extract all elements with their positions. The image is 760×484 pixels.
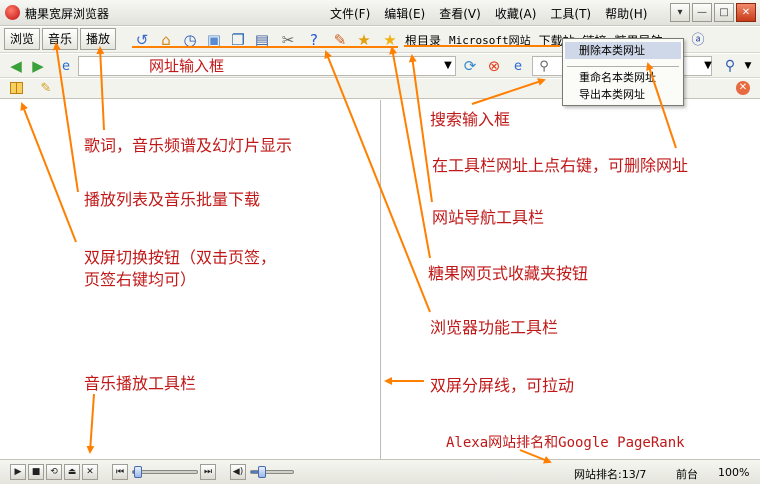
star-add-icon[interactable]: ★ — [354, 30, 374, 50]
annotation-dual-toggle-1: 双屏切换按钮（双击页签， — [84, 248, 277, 267]
search-options-icon[interactable]: ▼ — [738, 56, 758, 76]
stop-icon[interactable]: ⊗ — [484, 56, 504, 76]
favorites-star-icon[interactable]: ★ — [380, 30, 400, 50]
monitor-icon[interactable]: ▤ — [252, 30, 272, 50]
minimize-button[interactable]: — — [692, 3, 712, 22]
next-button[interactable]: ⏭ — [200, 464, 216, 480]
stop-button[interactable]: ■ — [28, 464, 44, 480]
annotation-nav-toolbar: 网站导航工具栏 — [432, 208, 545, 227]
menu-bar: 文件(F) 编辑(E) 查看(V) 收藏(A) 工具(T) 帮助(H) — [330, 5, 647, 22]
annotation-playlist: 播放列表及音乐批量下载 — [84, 190, 261, 209]
new-note-icon[interactable]: ✎ — [38, 79, 54, 97]
volume-thumb[interactable] — [258, 466, 266, 478]
progress-thumb[interactable] — [134, 466, 142, 478]
ctx-delete-bookmarks[interactable]: 删除本类网址 — [565, 42, 681, 59]
ctx-export-bookmarks[interactable]: 导出本类网址 — [565, 86, 681, 103]
annotation-alexa: Alexa网站排名和Google PageRank — [446, 435, 685, 451]
bookmark-context-menu: 删除本类网址 重命名本类网址 导出本类网址 — [562, 38, 684, 106]
volume-fill — [251, 471, 258, 473]
play-button[interactable]: ▶ — [10, 464, 26, 480]
tab-play[interactable]: 播放 — [80, 28, 117, 50]
x-icon: ✕ — [86, 467, 94, 477]
play-icon: ▶ — [14, 467, 22, 477]
repeat-icon: ⟲ — [50, 467, 58, 477]
ctx-rename-bookmarks[interactable]: 重命名本类网址 — [565, 69, 681, 86]
refresh-icon[interactable]: ↺ — [132, 30, 152, 50]
menu-view[interactable]: 查看(V) — [439, 5, 481, 22]
window-icon[interactable]: ❐ — [228, 30, 248, 50]
site-rank-text: 网站排名:13/7 — [574, 468, 647, 481]
progress-slider[interactable] — [132, 466, 198, 478]
ie-page-icon: e — [62, 58, 70, 74]
annotation-lyrics: 歌词，音乐频谱及幻灯片显示 — [84, 136, 293, 155]
tab-music[interactable]: 音乐 — [42, 28, 79, 50]
arrow-music-toolbar — [86, 393, 95, 454]
search-go-icon[interactable]: ⚲ — [720, 56, 740, 76]
collapse-button[interactable]: ▾ — [670, 3, 690, 22]
annotation-browser-toolbar: 浏览器功能工具栏 — [430, 318, 559, 337]
help-icon[interactable]: ? — [304, 30, 324, 50]
dual-screen-icon — [9, 82, 23, 94]
menu-favorites[interactable]: 收藏(A) — [495, 5, 537, 22]
speaker-icon: ◀) — [232, 467, 244, 477]
pencil-icon[interactable]: ✎ — [330, 30, 350, 50]
previous-icon: ⏮ — [115, 467, 125, 477]
close-circle-icon: ✕ — [736, 81, 750, 95]
history-clock-icon[interactable]: ◷ — [180, 30, 200, 50]
title-bar: 糖果宽屏浏览器 文件(F) 编辑(E) 查看(V) 收藏(A) 工具(T) 帮助… — [0, 0, 760, 26]
site-logo-icon[interactable]: ⓐ — [688, 30, 708, 50]
previous-button[interactable]: ⏮ — [112, 464, 128, 480]
forward-arrow-icon[interactable]: ▶ — [28, 56, 48, 76]
bookmark-root[interactable]: 根目录 — [405, 32, 441, 49]
eject-button[interactable]: ⏏ — [64, 464, 80, 480]
menu-file[interactable]: 文件(F) — [330, 5, 370, 22]
dual-screen-split-line[interactable] — [380, 100, 381, 460]
search-engine-icon[interactable]: ⚲ — [534, 56, 554, 76]
zone-text: 前台 — [676, 468, 698, 481]
mute-button[interactable]: ◀) — [230, 464, 246, 480]
annotation-music-toolbar: 音乐播放工具栏 — [84, 374, 197, 393]
status-bar: ▶ ■ ⟲ ⏏ ✕ ⏮ ⏭ ◀) 网站排名:13/7 前台 100% — [0, 459, 760, 484]
next-icon: ⏭ — [203, 467, 213, 477]
dual-screen-toggle-button[interactable] — [8, 79, 24, 97]
eject-icon: ⏏ — [67, 467, 77, 477]
close-pane-button[interactable]: ✕ — [734, 79, 752, 97]
app-logo-icon — [5, 5, 20, 20]
back-arrow-icon[interactable]: ◀ — [6, 56, 26, 76]
repeat-button[interactable]: ⟲ — [46, 464, 62, 480]
arrow-dual-toggle — [20, 102, 77, 243]
zoom-text[interactable]: 100% — [718, 466, 749, 479]
annotation-search-box: 搜索输入框 — [430, 110, 511, 129]
maximize-button[interactable]: □ — [714, 3, 734, 22]
annotation-split-line: 双屏分屏线，可拉动 — [430, 376, 575, 395]
address-dropdown-icon[interactable]: ▼ — [438, 56, 458, 76]
bookmark-microsoft[interactable]: Microsoft网站 — [449, 32, 531, 49]
menu-help[interactable]: 帮助(H) — [605, 5, 647, 22]
search-engine-dropdown-icon[interactable]: ▼ — [698, 56, 718, 76]
menu-tools[interactable]: 工具(T) — [550, 5, 591, 22]
close-player-button[interactable]: ✕ — [82, 464, 98, 480]
annotation-right-click-delete: 在工具栏网址上点右键，可删除网址 — [432, 156, 689, 175]
ie-icon[interactable]: e — [508, 56, 528, 76]
window-controls: ▾ — □ ✕ — [670, 3, 756, 22]
app-title: 糖果宽屏浏览器 — [25, 7, 110, 21]
close-button[interactable]: ✕ — [736, 3, 756, 22]
annotation-dual-toggle-2: 页签右键均可） — [84, 270, 197, 289]
page-icon[interactable]: ▣ — [204, 30, 224, 50]
tab-browse[interactable]: 浏览 — [4, 28, 41, 50]
tools-icon[interactable]: ✂ — [278, 30, 298, 50]
ctx-separator — [567, 66, 679, 67]
annotation-favorites-button: 糖果网页式收藏夹按钮 — [428, 264, 589, 283]
home-icon[interactable]: ⌂ — [156, 30, 176, 50]
go-refresh-icon[interactable]: ⟳ — [460, 56, 480, 76]
stop-square-icon: ■ — [31, 467, 41, 477]
volume-slider[interactable] — [250, 466, 294, 478]
menu-edit[interactable]: 编辑(E) — [384, 5, 425, 22]
address-input[interactable]: 网址输入框 — [78, 56, 456, 76]
